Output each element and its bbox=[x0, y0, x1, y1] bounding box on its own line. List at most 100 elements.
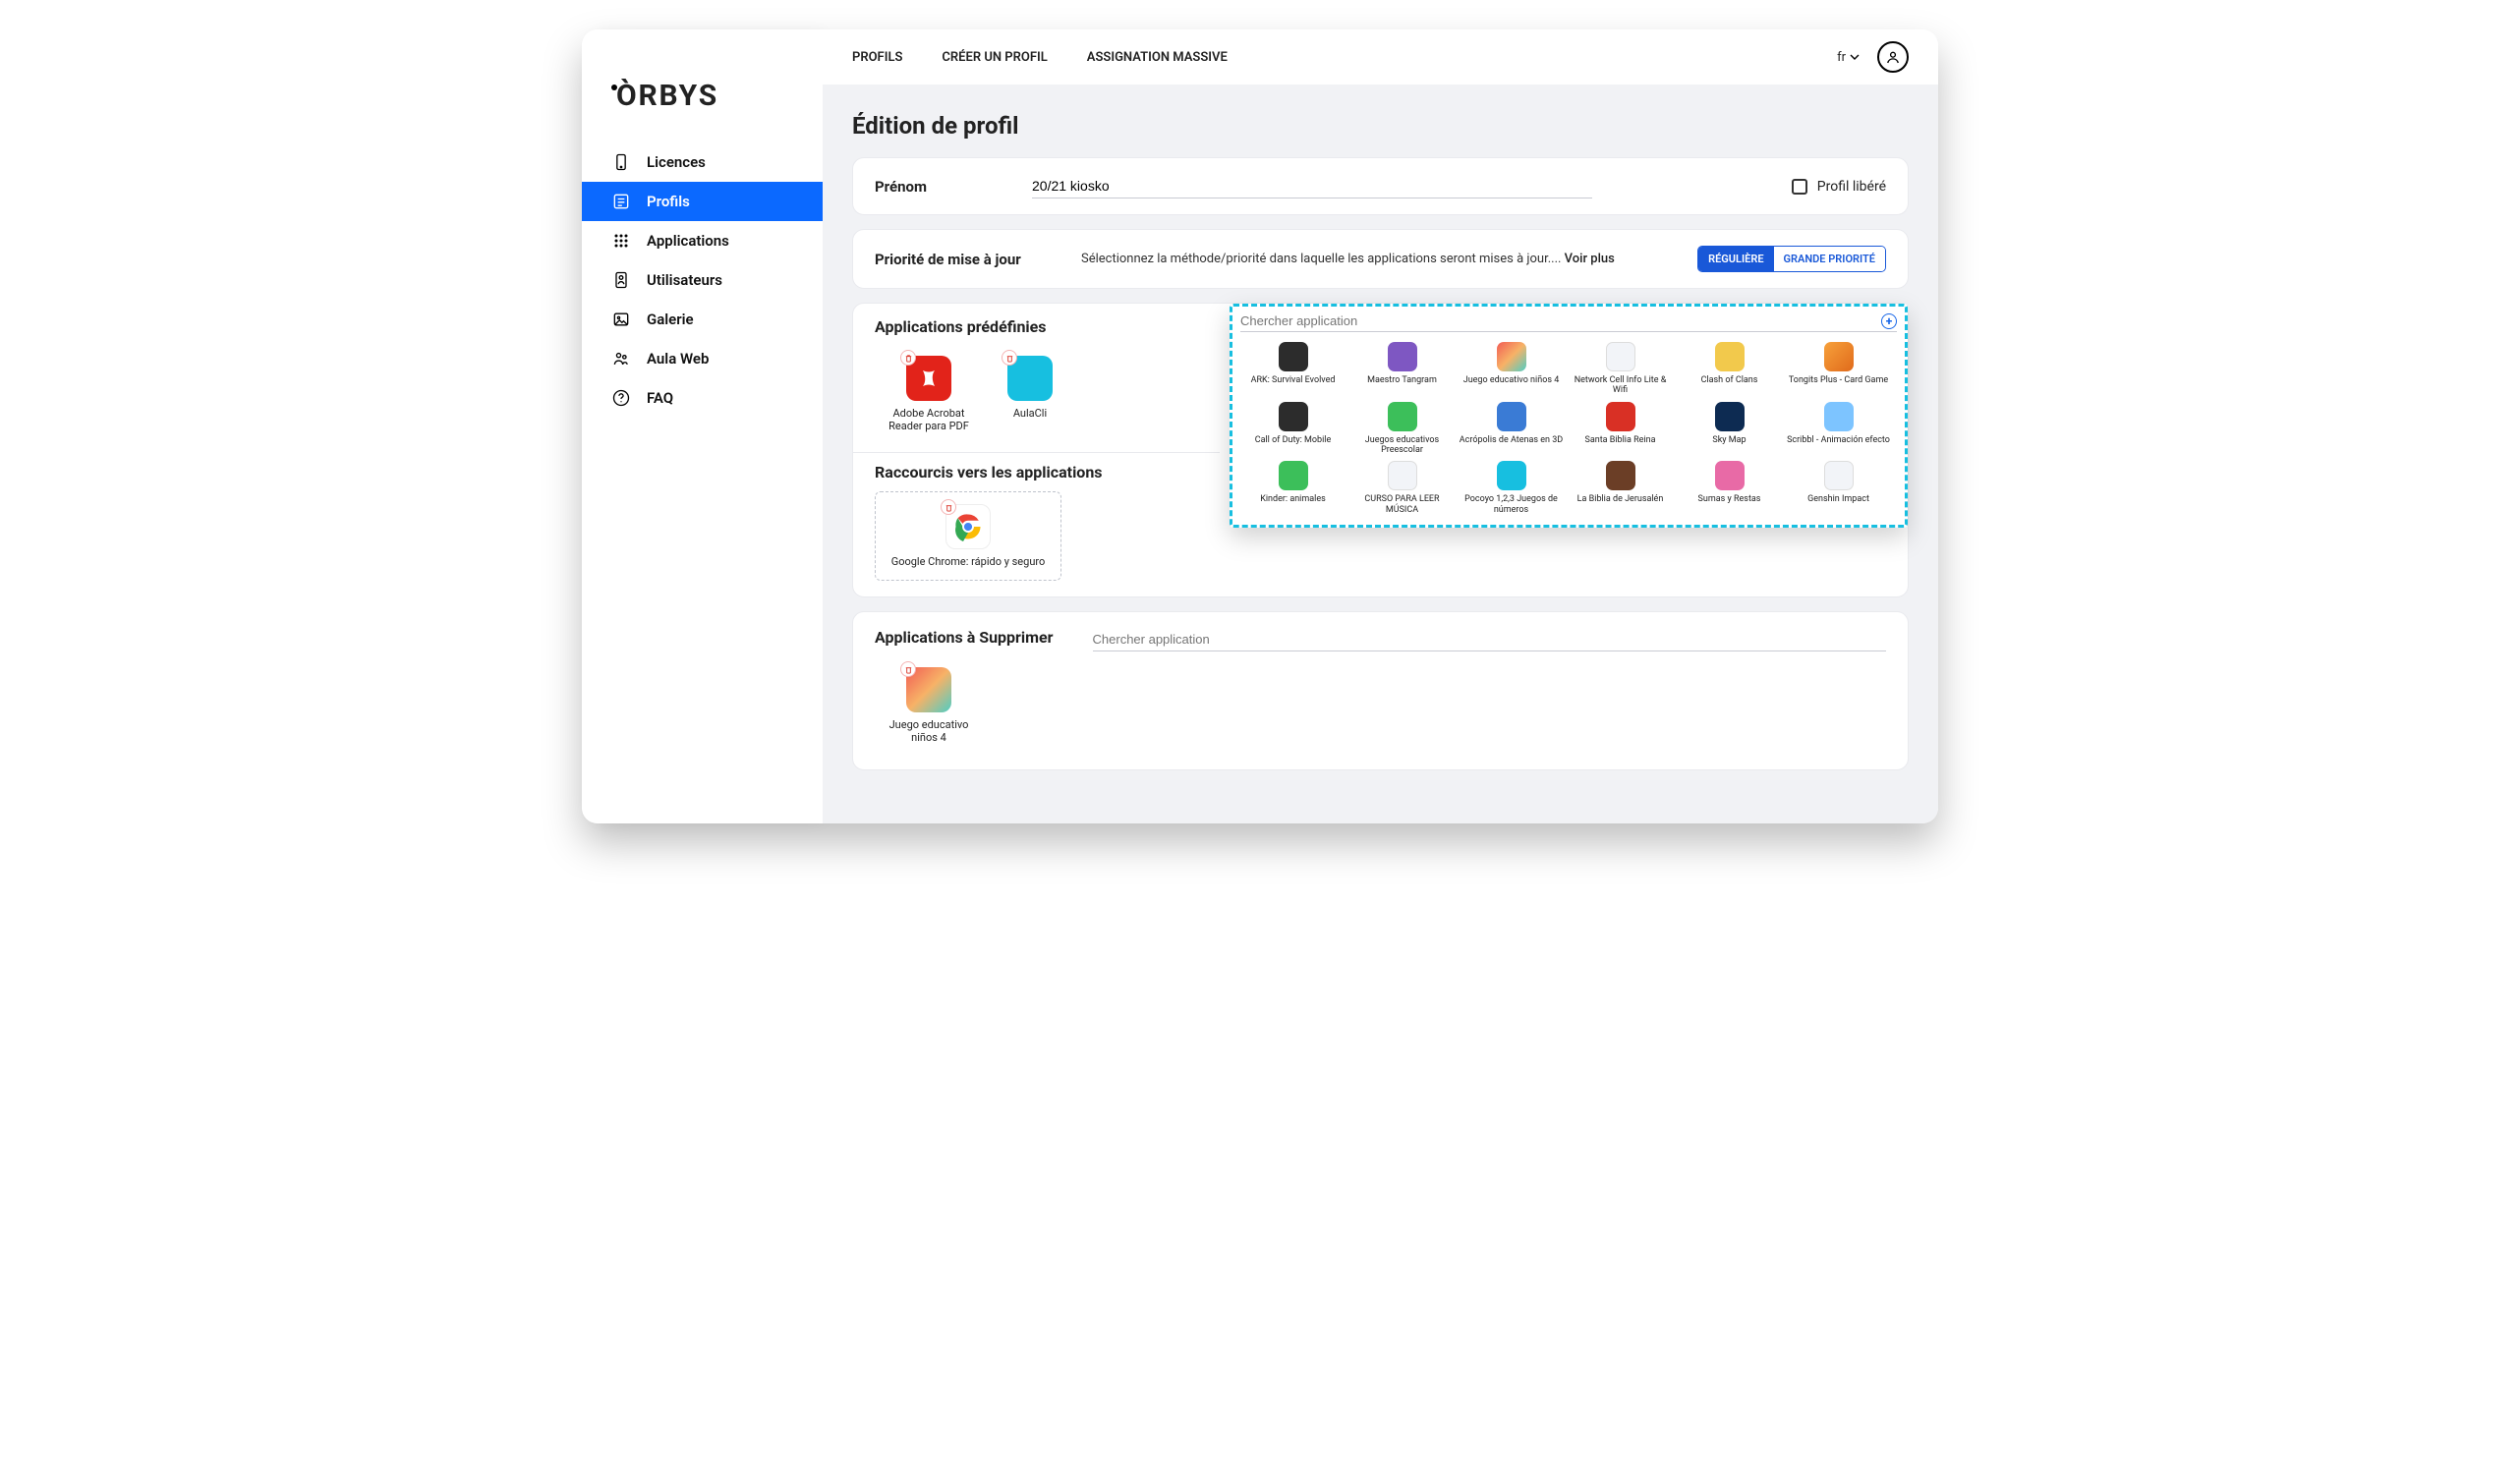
sidebar-item-galerie[interactable]: Galerie bbox=[582, 300, 823, 339]
device-icon bbox=[611, 152, 631, 172]
priority-regular-button[interactable]: RÉGULIÈRE bbox=[1698, 247, 1773, 271]
remove-badge-icon[interactable] bbox=[900, 350, 916, 366]
sidebar: ÒRBYS Licences Profils Applications Util… bbox=[582, 29, 823, 823]
delete-app-tile[interactable]: Juego educativo niños 4 bbox=[875, 667, 983, 744]
dropdown-app-item[interactable]: Tongits Plus - Card Game bbox=[1786, 342, 1891, 396]
app-icon bbox=[1715, 402, 1745, 431]
dropdown-app-item[interactable]: Juego educativo niños 4 bbox=[1459, 342, 1564, 396]
sidebar-item-licences[interactable]: Licences bbox=[582, 142, 823, 182]
tab-assignation-massive[interactable]: ASSIGNATION MASSIVE bbox=[1087, 50, 1228, 65]
sidebar-item-label: Galerie bbox=[647, 311, 694, 328]
sidebar-item-label: FAQ bbox=[647, 389, 673, 407]
see-more-link[interactable]: Voir plus bbox=[1565, 252, 1615, 266]
sidebar-item-label: Licences bbox=[647, 153, 706, 171]
app-icon bbox=[1497, 461, 1526, 490]
sidebar-item-faq[interactable]: FAQ bbox=[582, 378, 823, 418]
account-avatar[interactable] bbox=[1877, 41, 1909, 73]
name-label: Prénom bbox=[875, 178, 1002, 196]
app-icon bbox=[906, 667, 951, 712]
app-label: ARK: Survival Evolved bbox=[1251, 375, 1336, 385]
app-icon bbox=[1715, 461, 1745, 490]
image-icon bbox=[611, 310, 631, 329]
app-label: Kinder: animales bbox=[1260, 494, 1326, 504]
users-icon bbox=[611, 349, 631, 368]
dropdown-app-item[interactable]: Maestro Tangram bbox=[1349, 342, 1455, 396]
dropdown-app-item[interactable]: Network Cell Info Lite & Wifi bbox=[1568, 342, 1673, 396]
user-badge-icon bbox=[611, 270, 631, 290]
app-label: Acrópolis de Atenas en 3D bbox=[1460, 435, 1563, 445]
app-icon bbox=[1279, 342, 1308, 371]
dropdown-app-item[interactable]: Santa Biblia Reina bbox=[1568, 402, 1673, 456]
dropdown-app-item[interactable]: La Biblia de Jerusalén bbox=[1568, 461, 1673, 515]
app-label: Juego educativo niños 4 bbox=[875, 718, 983, 744]
dropdown-app-item[interactable]: ARK: Survival Evolved bbox=[1240, 342, 1346, 396]
predefined-app-tile[interactable]: AulaCli bbox=[1001, 356, 1060, 432]
app-label: Genshin Impact bbox=[1807, 494, 1869, 504]
chrome-icon bbox=[945, 504, 991, 549]
app-icon bbox=[1824, 342, 1854, 371]
app-label: CURSO PARA LEER MÚSICA bbox=[1349, 494, 1455, 515]
dropdown-app-item[interactable]: Pocoyo 1,2,3 Juegos de números bbox=[1459, 461, 1564, 515]
dropdown-grid[interactable]: ARK: Survival Evolved Maestro Tangram Jueg… bbox=[1240, 342, 1897, 515]
dropdown-app-item[interactable]: Scribbl - Animación efecto bbox=[1786, 402, 1891, 456]
name-card: Prénom Profil libéré bbox=[852, 157, 1909, 215]
main-area: PROFILS CRÉER UN PROFIL ASSIGNATION MASS… bbox=[823, 29, 1938, 823]
dropdown-app-item[interactable]: Juegos educativos Preescolar bbox=[1349, 402, 1455, 456]
app-icon bbox=[1606, 461, 1635, 490]
delete-search-input[interactable] bbox=[1093, 628, 1886, 651]
sidebar-item-applications[interactable]: Applications bbox=[582, 221, 823, 260]
app-icon bbox=[1824, 402, 1854, 431]
page-title: Édition de profil bbox=[852, 112, 1909, 140]
profile-list-icon bbox=[611, 192, 631, 211]
shortcuts-title: Raccourcis vers les applications bbox=[875, 463, 1198, 481]
delete-apps-card: Applications à Supprimer Juego educativo… bbox=[852, 611, 1909, 770]
app-label: La Biblia de Jerusalén bbox=[1577, 494, 1664, 504]
remove-badge-icon[interactable] bbox=[1002, 350, 1017, 366]
dropdown-app-item[interactable]: Clash of Clans bbox=[1677, 342, 1782, 396]
remove-badge-icon[interactable] bbox=[941, 499, 956, 515]
dropdown-app-item[interactable]: Genshin Impact bbox=[1786, 461, 1891, 515]
dropdown-app-item[interactable]: Acrópolis de Atenas en 3D bbox=[1459, 402, 1564, 456]
dropdown-app-item[interactable]: Sumas y Restas bbox=[1677, 461, 1782, 515]
sidebar-item-label: Profils bbox=[647, 193, 690, 210]
app-label: Santa Biblia Reina bbox=[1584, 435, 1655, 445]
sidebar-item-utilisateurs[interactable]: Utilisateurs bbox=[582, 260, 823, 300]
name-input[interactable] bbox=[1032, 174, 1592, 198]
topbar: PROFILS CRÉER UN PROFIL ASSIGNATION MASS… bbox=[823, 29, 1938, 85]
chevron-down-icon bbox=[1850, 52, 1860, 62]
app-icon bbox=[1606, 402, 1635, 431]
app-icon bbox=[1824, 461, 1854, 490]
tab-creer-profil[interactable]: CRÉER UN PROFIL bbox=[942, 50, 1047, 65]
tab-profils[interactable]: PROFILS bbox=[852, 50, 902, 65]
app-icon bbox=[1388, 402, 1417, 431]
language-selector[interactable]: fr bbox=[1837, 50, 1860, 65]
dropdown-app-item[interactable]: Call of Duty: Mobile bbox=[1240, 402, 1346, 456]
sidebar-item-label: Aula Web bbox=[647, 350, 709, 368]
shortcut-container: Google Chrome: rápido y seguro bbox=[875, 491, 1061, 581]
add-app-button[interactable]: + bbox=[1881, 313, 1897, 329]
app-icon bbox=[1497, 342, 1526, 371]
priority-high-button[interactable]: GRANDE PRIORITÉ bbox=[1774, 247, 1885, 271]
dropdown-app-item[interactable]: Kinder: animales bbox=[1240, 461, 1346, 515]
shortcut-app-tile[interactable]: Google Chrome: rápido y seguro bbox=[889, 504, 1047, 568]
dropdown-app-item[interactable]: Sky Map bbox=[1677, 402, 1782, 456]
sidebar-item-label: Applications bbox=[647, 232, 729, 250]
remove-badge-icon[interactable] bbox=[900, 661, 916, 677]
app-label: Adobe Acrobat Reader para PDF bbox=[875, 407, 983, 432]
predefined-app-tile[interactable]: Adobe Acrobat Reader para PDF bbox=[875, 356, 983, 432]
app-label: Juego educativo niños 4 bbox=[1463, 375, 1560, 385]
app-frame: ÒRBYS Licences Profils Applications Util… bbox=[582, 29, 1938, 823]
released-label: Profil libéré bbox=[1817, 179, 1886, 195]
released-checkbox[interactable]: Profil libéré bbox=[1792, 179, 1886, 195]
app-label: Maestro Tangram bbox=[1367, 375, 1437, 385]
acrobat-icon bbox=[906, 356, 951, 401]
app-icon bbox=[1279, 461, 1308, 490]
app-search-input[interactable] bbox=[1240, 311, 1875, 331]
dropdown-app-item[interactable]: CURSO PARA LEER MÚSICA bbox=[1349, 461, 1455, 515]
checkbox-icon bbox=[1792, 179, 1807, 195]
app-label: Google Chrome: rápido y seguro bbox=[891, 555, 1046, 568]
delete-title: Applications à Supprimer bbox=[875, 628, 1054, 647]
sidebar-item-profils[interactable]: Profils bbox=[582, 182, 823, 221]
sidebar-item-aula-web[interactable]: Aula Web bbox=[582, 339, 823, 378]
help-icon bbox=[611, 388, 631, 408]
